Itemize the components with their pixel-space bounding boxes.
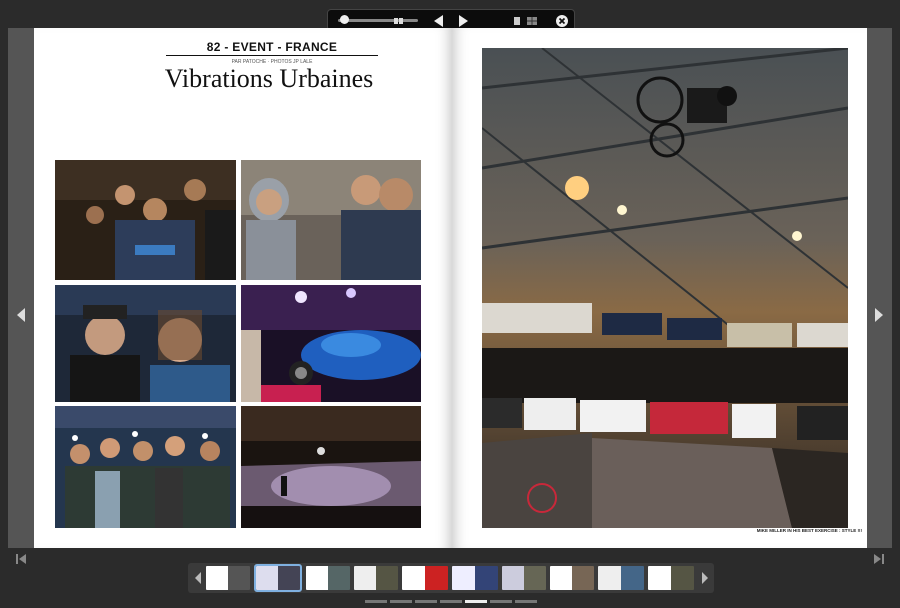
pager-7[interactable] [515, 600, 537, 603]
pager-1[interactable] [365, 600, 387, 603]
thumbnail-8[interactable] [550, 566, 594, 590]
grid-icon[interactable] [526, 13, 538, 29]
right-side-panel [866, 28, 892, 564]
photo-arena[interactable] [241, 406, 421, 528]
previous-page-icon[interactable] [432, 13, 446, 29]
photo-couple[interactable] [55, 285, 236, 402]
section-kicker: 82 - EVENT - FRANCE [166, 40, 378, 56]
pager-4[interactable] [440, 600, 462, 603]
last-page-icon[interactable] [873, 552, 885, 564]
close-icon[interactable] [555, 13, 569, 29]
thumbnail-strip [188, 563, 714, 593]
next-page-icon[interactable] [456, 13, 470, 29]
photo-group[interactable] [55, 406, 236, 528]
thumbnail-3[interactable] [306, 566, 350, 590]
article-title: Vibrations Urbaines [164, 64, 374, 93]
pager-6[interactable] [490, 600, 512, 603]
photo-bmx-jump[interactable] [482, 48, 848, 528]
thumbnail-1[interactable] [206, 566, 250, 590]
next-spread-icon[interactable] [872, 306, 886, 324]
photo-crowd[interactable] [55, 160, 236, 280]
pager-2[interactable] [390, 600, 412, 603]
magazine-left-page: 82 - EVENT - FRANCE PAR PATOCHE · PHOTOS… [34, 28, 452, 548]
thumbs-prev-icon[interactable] [191, 569, 205, 587]
bookmark-icon[interactable] [512, 13, 522, 29]
pager-5[interactable] [465, 600, 487, 603]
photo-car[interactable] [241, 285, 421, 402]
photo-caption: MIKE MILLER IN HIS BEST EXERCISE : STYLE… [756, 528, 862, 533]
first-page-icon[interactable] [15, 552, 27, 564]
thumbs-next-icon[interactable] [698, 569, 712, 587]
pager-3[interactable] [415, 600, 437, 603]
left-side-panel [8, 28, 34, 564]
thumbnail-10[interactable] [648, 566, 694, 590]
thumbnail-6[interactable] [452, 566, 498, 590]
zoom-slider-track[interactable] [338, 19, 418, 22]
two-page-icon[interactable] [392, 13, 406, 29]
photo-spectators[interactable] [241, 160, 421, 280]
magazine-right-page: MIKE MILLER IN HIS BEST EXERCISE : STYLE… [452, 28, 867, 548]
thumbnail-9[interactable] [598, 566, 644, 590]
thumbnail-4[interactable] [354, 566, 398, 590]
thumbnail-7[interactable] [502, 566, 546, 590]
thumbnail-2[interactable] [254, 564, 302, 592]
zoom-slider-knob[interactable] [340, 15, 349, 24]
previous-spread-icon[interactable] [14, 306, 28, 324]
thumbnail-5[interactable] [402, 566, 448, 590]
